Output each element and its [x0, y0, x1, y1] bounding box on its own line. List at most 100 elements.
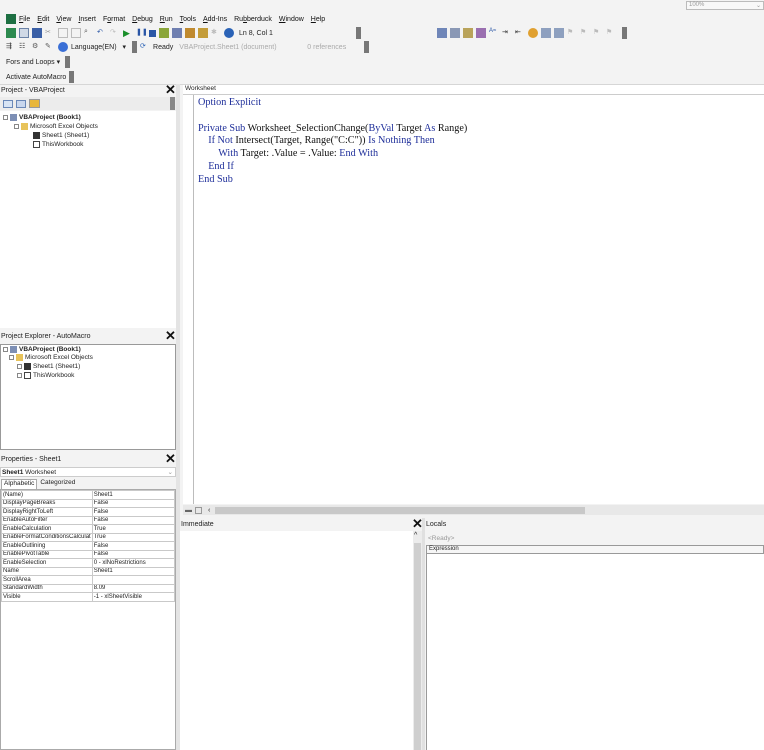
- rubberduck-globe-icon[interactable]: [58, 42, 68, 52]
- procedure-view-icon[interactable]: ▬: [185, 507, 192, 514]
- view-object-icon[interactable]: [16, 99, 26, 108]
- property-row[interactable]: Name Sheet1: [1, 566, 176, 576]
- run-icon[interactable]: ▶: [123, 28, 133, 38]
- next-bookmark-icon[interactable]: ⚑: [580, 28, 590, 38]
- tree-item[interactable]: Microsoft Excel Objects: [14, 123, 98, 130]
- toolbar-grip[interactable]: [356, 27, 361, 39]
- find-icon[interactable]: ⌕: [84, 28, 94, 38]
- view-excel-icon[interactable]: [6, 28, 16, 38]
- property-row[interactable]: EnableAutoFilter False: [1, 515, 176, 525]
- menu-view[interactable]: View: [56, 16, 71, 23]
- tree-item[interactable]: VBAProject (Book1): [3, 114, 81, 121]
- property-row[interactable]: EnablePivotTable False: [1, 549, 176, 559]
- refresh-icon[interactable]: ⟳: [140, 42, 150, 52]
- property-value[interactable]: False: [91, 549, 176, 559]
- menu-file[interactable]: File: [19, 16, 30, 23]
- scroll-thumb[interactable]: [414, 543, 421, 750]
- property-row[interactable]: DisplayRightToLeft False: [1, 507, 176, 517]
- menu-edit[interactable]: Edit: [37, 16, 49, 23]
- help-icon[interactable]: [224, 28, 234, 38]
- cut-icon[interactable]: ✂: [45, 28, 55, 38]
- unit-test-icon[interactable]: ⚙: [32, 42, 42, 52]
- inspections-icon[interactable]: ✎: [45, 42, 55, 52]
- scroll-left-icon[interactable]: ‹: [208, 507, 210, 514]
- clear-bookmarks-icon[interactable]: ⚑: [606, 28, 616, 38]
- toolbar-grip[interactable]: [132, 41, 138, 53]
- complete-word-icon[interactable]: A≈: [489, 28, 499, 38]
- list-members-icon[interactable]: [437, 28, 447, 38]
- tab-categorized[interactable]: Categorized: [37, 479, 78, 489]
- properties-icon[interactable]: [185, 28, 195, 38]
- property-value[interactable]: 0 - xlNoRestrictions: [91, 558, 176, 568]
- paste-icon[interactable]: [71, 28, 81, 38]
- indent-icon[interactable]: ⇥: [502, 28, 512, 38]
- break-icon[interactable]: ❚❚: [136, 28, 148, 38]
- locals-header[interactable]: Expression: [426, 545, 764, 554]
- menu-rubberduck[interactable]: Rubberduck: [234, 16, 272, 23]
- language-dropdown[interactable]: Language(EN): [71, 44, 117, 51]
- menu-help[interactable]: Help: [311, 16, 325, 23]
- project-explorer-icon[interactable]: [172, 28, 182, 38]
- view-code-icon[interactable]: [3, 99, 13, 108]
- reset-icon[interactable]: [149, 29, 156, 37]
- activate-automacro-button[interactable]: Activate AutoMacro: [6, 74, 66, 81]
- copy-icon[interactable]: [58, 28, 68, 38]
- zoom-combo[interactable]: 100% ⌄: [686, 0, 764, 10]
- property-row[interactable]: EnableOutlining False: [1, 541, 176, 551]
- tree-item[interactable]: VBAProject (Book1): [3, 346, 81, 353]
- property-value[interactable]: Sheet1: [91, 490, 176, 500]
- list-constants-icon[interactable]: [450, 28, 460, 38]
- toggle-breakpoint-icon[interactable]: [528, 28, 538, 38]
- scroll-up-icon[interactable]: ^: [414, 532, 417, 539]
- toolbox-icon[interactable]: ✱: [211, 28, 221, 38]
- property-value[interactable]: [91, 575, 176, 585]
- property-row[interactable]: StandardWidth 8.09: [1, 583, 176, 593]
- menu-addins[interactable]: Add-Ins: [203, 16, 227, 23]
- undo-icon[interactable]: ↶: [97, 28, 107, 38]
- toolbar-grip[interactable]: [69, 71, 75, 83]
- parameter-info-icon[interactable]: [476, 28, 486, 38]
- immediate-scrollbar[interactable]: ^: [413, 531, 422, 750]
- object-selector[interactable]: Sheet1 Worksheet ⌄: [0, 467, 176, 477]
- property-value[interactable]: -1 - xlSheetVisible: [91, 592, 176, 602]
- menu-debug[interactable]: Debug: [132, 16, 153, 23]
- toggle-bookmark-icon[interactable]: ⚑: [567, 28, 577, 38]
- toggle-folders-icon[interactable]: [29, 99, 40, 108]
- property-row[interactable]: DisplayPageBreaks False: [1, 498, 176, 508]
- previous-bookmark-icon[interactable]: ⚑: [593, 28, 603, 38]
- object-browser-icon[interactable]: [198, 28, 208, 38]
- object-combo[interactable]: Worksheet: [183, 85, 764, 95]
- full-module-view-icon[interactable]: [195, 506, 202, 514]
- fors-and-loops-dropdown[interactable]: Fors and Loops: [6, 59, 55, 66]
- scroll-thumb[interactable]: [215, 506, 586, 514]
- tree-item[interactable]: Sheet1 (Sheet1): [33, 132, 89, 139]
- menu-run[interactable]: Run: [160, 16, 173, 23]
- close-icon[interactable]: ✕: [165, 452, 176, 465]
- tab-alphabetic[interactable]: Alphabetic: [1, 479, 38, 489]
- quick-info-icon[interactable]: [463, 28, 473, 38]
- tree-item[interactable]: ThisWorkbook: [17, 372, 74, 379]
- close-icon[interactable]: ✕: [165, 83, 176, 96]
- property-value[interactable]: False: [91, 498, 176, 508]
- tree-item[interactable]: Microsoft Excel Objects: [9, 354, 93, 361]
- redo-icon[interactable]: ↷: [110, 28, 120, 38]
- property-value[interactable]: True: [91, 524, 176, 534]
- tree-item[interactable]: ThisWorkbook: [33, 141, 83, 148]
- property-value[interactable]: False: [91, 541, 176, 551]
- save-icon[interactable]: [32, 28, 42, 38]
- property-row[interactable]: Visible -1 - xlSheetVisible: [1, 592, 176, 602]
- toolbar-grip[interactable]: [364, 41, 370, 53]
- code-text[interactable]: Option Explicit Private Sub Worksheet_Se…: [198, 97, 467, 187]
- project-panel-scrollbar-stub[interactable]: [170, 97, 175, 110]
- horizontal-scrollbar[interactable]: ▬ ‹: [183, 505, 764, 515]
- property-row[interactable]: (Name) Sheet1: [1, 490, 176, 500]
- property-value[interactable]: True: [91, 532, 176, 542]
- property-row[interactable]: EnableSelection 0 - xlNoRestrictions: [1, 558, 176, 568]
- property-value[interactable]: Sheet1: [91, 566, 176, 576]
- insert-userform-icon[interactable]: [19, 28, 29, 38]
- excel-icon[interactable]: [6, 14, 16, 24]
- tree-item[interactable]: Sheet1 (Sheet1): [17, 363, 80, 370]
- code-explorer-icon[interactable]: ⇶: [6, 42, 16, 52]
- toolbar-grip[interactable]: [65, 56, 71, 68]
- regex-icon[interactable]: ☷: [19, 42, 29, 52]
